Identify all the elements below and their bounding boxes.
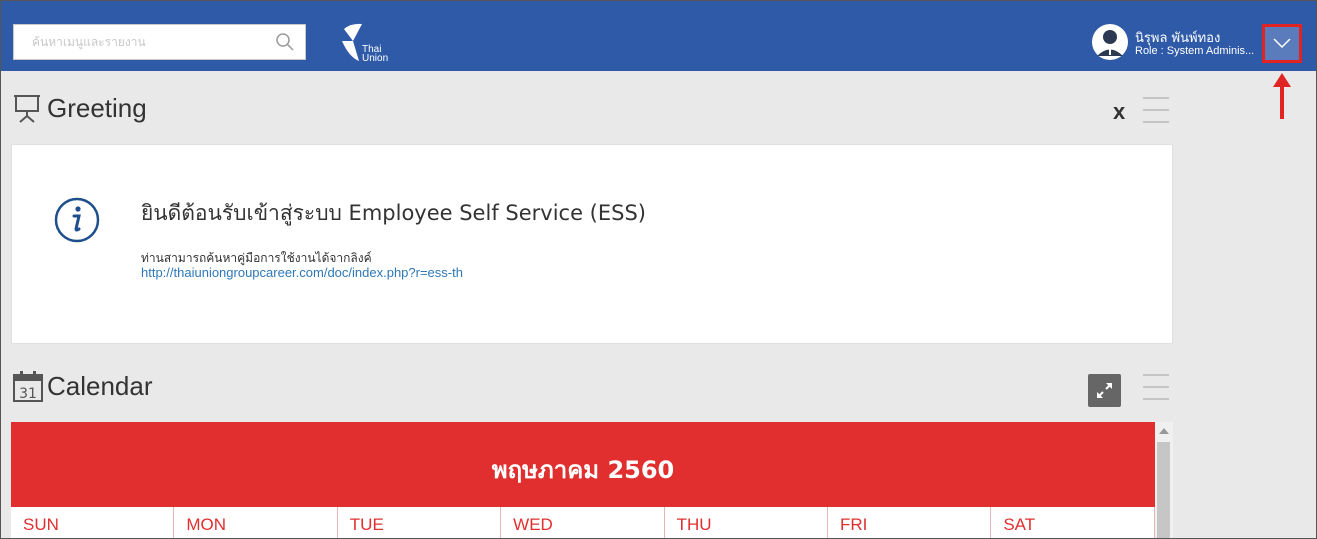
weekday-fri: FRI [828, 507, 992, 538]
calendar-scrollbar[interactable] [1155, 422, 1173, 538]
search-icon[interactable] [275, 32, 295, 52]
user-role: Role : System Adminis... [1135, 45, 1255, 57]
expand-icon [1097, 383, 1112, 398]
calendar-weekday-row: SUN MON TUE WED THU FRI SAT [11, 507, 1155, 538]
chevron-down-icon [1273, 38, 1291, 49]
weekday-sat: SAT [991, 507, 1155, 538]
greeting-card: ยินดีต้อนรับเข้าสู่ระบบ Employee Self Se… [11, 144, 1173, 344]
thai-union-logo[interactable]: Thai Union [341, 21, 421, 67]
greeting-title: Greeting [47, 93, 147, 123]
greeting-heading: ยินดีต้อนรับเข้าสู่ระบบ Employee Self Se… [141, 201, 646, 225]
calendar-widget: พฤษภาคม 2560 SUN MON TUE WED THU FRI SAT [11, 422, 1155, 538]
logo-text-union: Union [362, 53, 389, 64]
weekday-tue: TUE [338, 507, 502, 538]
avatar-icon[interactable] [1091, 23, 1129, 61]
info-icon [54, 197, 100, 243]
calendar-expand-button[interactable] [1088, 374, 1121, 407]
top-bar: Thai Union นิรุพล พันพ์ทอง Role : System… [1, 1, 1316, 71]
greeting-header: Greeting [13, 89, 1173, 129]
menu-lines-icon[interactable] [1143, 96, 1169, 124]
manual-link[interactable]: http://thaiuniongroupcareer.com/doc/inde… [141, 265, 463, 280]
scroll-up-icon[interactable] [1159, 428, 1169, 434]
greeting-close-button[interactable]: x [1113, 99, 1125, 125]
menu-lines-icon[interactable] [1143, 373, 1169, 401]
weekday-thu: THU [665, 507, 828, 538]
weekday-sun: SUN [11, 507, 175, 538]
calendar-title: Calendar [47, 371, 153, 401]
annotation-arrow-icon [1273, 73, 1291, 119]
calendar-icon-number: 31 [19, 386, 37, 402]
presentation-icon [14, 95, 40, 123]
weekday-wed: WED [501, 507, 665, 538]
search-input[interactable] [14, 25, 264, 59]
calendar-header: 31 Calendar [13, 367, 1173, 407]
search-box[interactable] [13, 24, 306, 60]
app-frame: Thai Union นิรุพล พันพ์ทอง Role : System… [0, 0, 1317, 539]
scrollbar-thumb[interactable] [1157, 442, 1170, 538]
user-dropdown-button[interactable] [1262, 24, 1302, 63]
weekday-mon: MON [174, 507, 338, 538]
calendar-icon: 31 [13, 371, 43, 402]
calendar-month-label: พฤษภาคม 2560 [491, 456, 675, 484]
calendar-month-header: พฤษภาคม 2560 [11, 422, 1155, 507]
